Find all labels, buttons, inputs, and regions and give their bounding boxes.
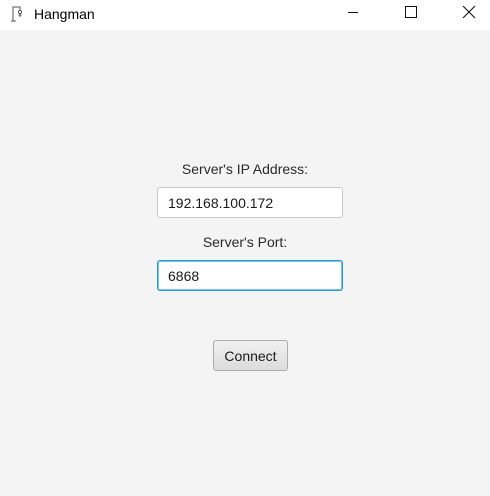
maximize-icon	[405, 5, 417, 23]
minimize-icon	[347, 5, 359, 23]
window-title: Hangman	[34, 6, 95, 22]
close-button[interactable]	[446, 0, 490, 28]
app-icon	[10, 6, 24, 22]
port-input[interactable]	[157, 260, 343, 291]
app-window: Hangman Server's IP Address: 192.168.100…	[0, 0, 490, 496]
minimize-button[interactable]	[330, 0, 376, 28]
maximize-button[interactable]	[388, 0, 434, 28]
ip-address-label: Server's IP Address:	[181, 161, 309, 177]
connect-button[interactable]: Connect	[213, 340, 288, 371]
ip-address-input[interactable]	[157, 187, 343, 218]
close-icon	[462, 5, 476, 24]
port-label: Server's Port:	[202, 234, 288, 250]
connect-form: Server's IP Address: Server's Port: Conn…	[0, 30, 490, 496]
title-bar[interactable]: Hangman	[0, 0, 490, 30]
